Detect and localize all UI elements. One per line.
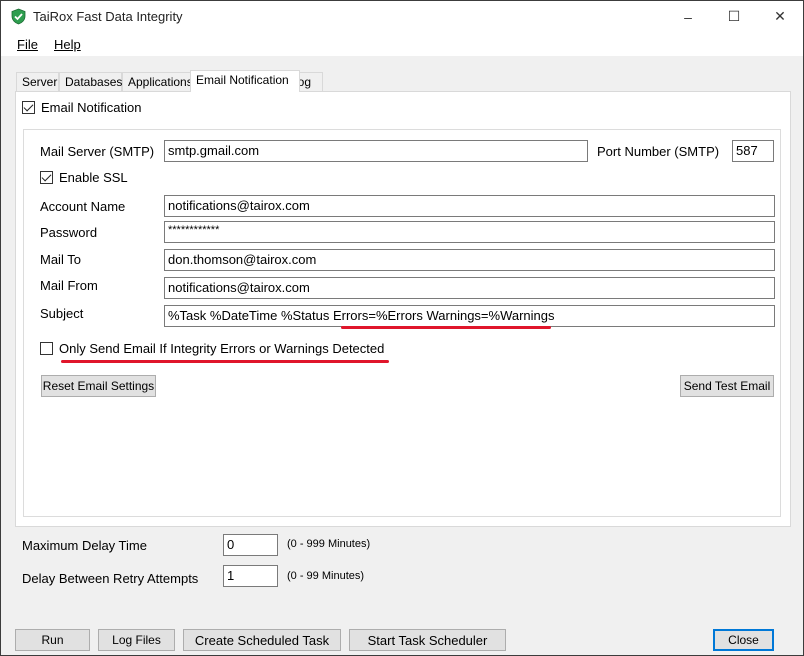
account-name-input[interactable]: notifications@tairox.com: [164, 195, 775, 217]
subject-input[interactable]: %Task %DateTime %Status Errors=%Errors W…: [164, 305, 775, 327]
menu-file-label: File: [17, 37, 38, 52]
run-button[interactable]: Run: [15, 629, 90, 651]
start-task-scheduler-button[interactable]: Start Task Scheduler: [349, 629, 506, 651]
mail-server-label: Mail Server (SMTP): [40, 144, 155, 159]
retry-delay-input[interactable]: 1: [223, 565, 278, 587]
max-delay-input[interactable]: 0: [223, 534, 278, 556]
email-notification-label: Email Notification: [41, 100, 142, 115]
title-bar[interactable]: TaiRox Fast Data Integrity – ☐ ✕: [1, 1, 803, 32]
app-window: TaiRox Fast Data Integrity – ☐ ✕ File He…: [0, 0, 804, 656]
menu-file[interactable]: File: [17, 37, 38, 52]
mail-from-label: Mail From: [40, 278, 98, 293]
account-name-label: Account Name: [40, 199, 126, 214]
only-errors-highlight-underline: [61, 360, 389, 363]
menu-help-label: Help: [54, 37, 81, 52]
email-notification-checkbox[interactable]: [22, 101, 35, 114]
minimize-button[interactable]: –: [665, 1, 711, 32]
reset-email-settings-button[interactable]: Reset Email Settings: [41, 375, 156, 397]
port-number-input[interactable]: 587: [732, 140, 774, 162]
send-test-email-button[interactable]: Send Test Email: [680, 375, 774, 397]
close-window-button[interactable]: ✕: [757, 1, 803, 32]
retry-delay-label: Delay Between Retry Attempts: [22, 571, 199, 586]
menu-bar: File Help: [1, 32, 803, 56]
mail-from-input[interactable]: notifications@tairox.com: [164, 277, 775, 299]
password-label: Password: [40, 225, 98, 240]
tab-server[interactable]: Server: [16, 72, 59, 91]
window-title: TaiRox Fast Data Integrity: [33, 9, 183, 24]
max-delay-hint: (0 - 999 Minutes): [287, 538, 371, 550]
mail-server-input[interactable]: smtp.gmail.com: [164, 140, 588, 162]
max-delay-label: Maximum Delay Time: [22, 538, 147, 553]
close-button[interactable]: Close: [713, 629, 774, 651]
mail-to-input[interactable]: don.thomson@tairox.com: [164, 249, 775, 271]
maximize-button[interactable]: ☐: [711, 1, 757, 32]
log-files-button[interactable]: Log Files: [98, 629, 175, 651]
port-number-label: Port Number (SMTP): [597, 144, 720, 159]
tab-email-notification[interactable]: Email Notification: [190, 70, 300, 92]
tab-databases[interactable]: Databases: [59, 72, 122, 91]
shield-check-icon: [11, 8, 26, 25]
only-errors-label: Only Send Email If Integrity Errors or W…: [59, 341, 385, 356]
only-errors-checkbox[interactable]: [40, 342, 53, 355]
menu-help[interactable]: Help: [54, 37, 81, 52]
retry-delay-hint: (0 - 99 Minutes): [287, 570, 365, 582]
subject-highlight-underline: [341, 326, 551, 329]
subject-label: Subject: [40, 306, 84, 321]
password-input[interactable]: ************: [164, 221, 775, 243]
enable-ssl-label: Enable SSL: [59, 170, 128, 185]
enable-ssl-checkbox[interactable]: [40, 171, 53, 184]
mail-to-label: Mail To: [40, 252, 81, 267]
create-scheduled-task-button[interactable]: Create Scheduled Task: [183, 629, 341, 651]
